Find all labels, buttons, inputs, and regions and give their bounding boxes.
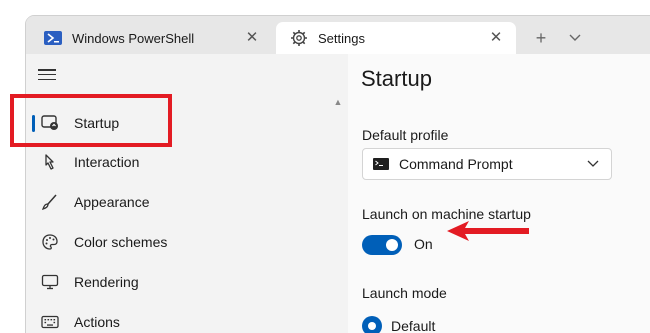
sidebar-item-label: Rendering	[74, 274, 139, 290]
brush-icon	[40, 192, 60, 212]
radio-dot	[368, 322, 376, 330]
sidebar-scrollbar[interactable]: ▲	[332, 96, 344, 333]
annotation-highlight-box	[10, 94, 172, 147]
page-title: Startup	[361, 66, 432, 91]
default-profile-dropdown[interactable]: Command Prompt	[362, 148, 612, 180]
toggle-knob	[386, 239, 398, 251]
toggle-state-text: On	[414, 236, 433, 252]
tab-label: Settings	[318, 30, 365, 46]
gear-icon	[290, 29, 308, 47]
scroll-up-arrow-icon[interactable]: ▲	[332, 96, 344, 108]
keyboard-icon	[40, 312, 60, 332]
settings-panel: Startup Default profile Command Prompt L…	[348, 54, 650, 333]
sidebar-item-label: Actions	[74, 314, 120, 330]
launch-mode-label: Launch mode	[362, 285, 447, 301]
launch-mode-default-label: Default	[391, 318, 436, 333]
tab-windows-powershell[interactable]: Windows PowerShell ✕	[30, 22, 272, 54]
title-bar: Windows PowerShell ✕ Settings ✕ +	[26, 16, 650, 54]
default-profile-label: Default profile	[362, 127, 449, 143]
tab-label: Windows PowerShell	[72, 30, 195, 46]
terminal-window: Windows PowerShell ✕ Settings ✕ + Startu…	[26, 16, 650, 333]
annotation-arrow-icon	[447, 221, 529, 241]
hamburger-menu-icon[interactable]	[38, 69, 56, 83]
launch-mode-default-radio[interactable]	[362, 316, 382, 333]
sidebar-item-color-schemes[interactable]: Color schemes	[32, 224, 322, 260]
tab-settings[interactable]: Settings ✕	[276, 22, 516, 54]
chevron-down-icon[interactable]	[562, 26, 588, 50]
command-prompt-icon	[373, 158, 389, 170]
sidebar-item-interaction[interactable]: Interaction	[32, 144, 322, 180]
pointer-icon	[40, 152, 60, 172]
monitor-icon	[40, 272, 60, 292]
close-tab-icon[interactable]: ✕	[486, 28, 506, 48]
new-tab-button[interactable]: +	[528, 26, 554, 50]
sidebar-item-actions[interactable]: Actions	[32, 304, 322, 333]
sidebar-item-label: Interaction	[74, 154, 140, 170]
chevron-down-icon	[585, 155, 601, 171]
sidebar-item-label: Appearance	[74, 194, 150, 210]
sidebar-item-label: Color schemes	[74, 234, 168, 250]
close-tab-icon[interactable]: ✕	[242, 28, 262, 48]
palette-icon	[40, 232, 60, 252]
default-profile-value: Command Prompt	[399, 156, 513, 172]
launch-on-startup-toggle[interactable]	[362, 235, 402, 255]
sidebar-item-rendering[interactable]: Rendering	[32, 264, 322, 300]
sidebar-item-appearance[interactable]: Appearance	[32, 184, 322, 220]
powershell-icon	[44, 29, 62, 47]
